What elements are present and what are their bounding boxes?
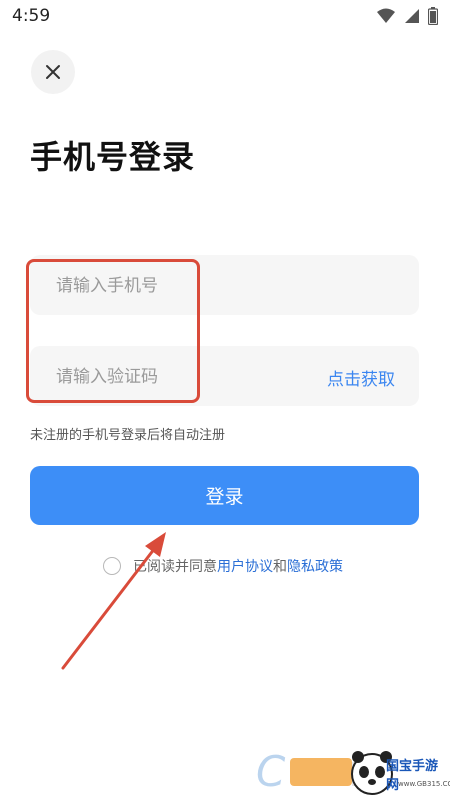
annotation-arrow bbox=[61, 532, 166, 670]
watermark-url: www.GB315.COM bbox=[398, 780, 450, 788]
svg-text:C: C bbox=[256, 747, 286, 794]
